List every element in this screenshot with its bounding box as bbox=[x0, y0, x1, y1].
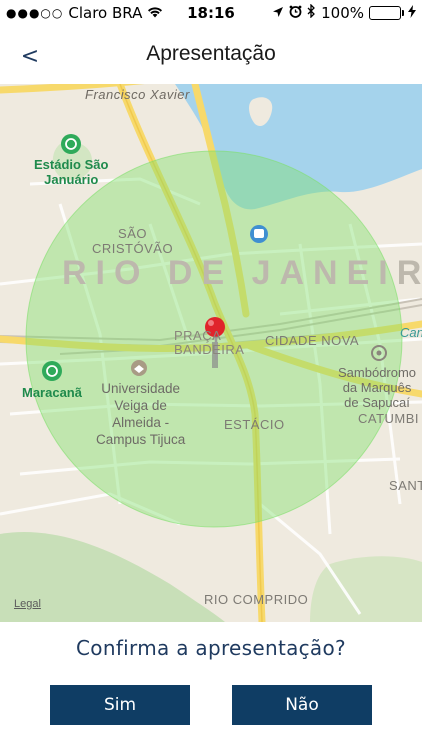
no-button[interactable]: Não bbox=[232, 685, 372, 725]
charging-bolt-icon bbox=[408, 4, 416, 22]
alarm-clock-icon bbox=[289, 4, 302, 22]
map-label-catumbi: CATUMBI bbox=[358, 411, 420, 426]
map-label-universidade: Universidade Veiga de Almeida - Campus T… bbox=[96, 380, 185, 448]
location-arrow-icon bbox=[272, 4, 284, 22]
map-label-maracana: Maracanã bbox=[22, 385, 82, 400]
map-label-santa: SANT bbox=[389, 478, 422, 493]
map-label-can: Can bbox=[400, 325, 422, 340]
map-view[interactable]: Francisco Xavier Estádio São Januário SÃ… bbox=[0, 84, 422, 622]
map-label-sao: SÃO bbox=[118, 226, 148, 241]
status-right: 100% bbox=[272, 3, 416, 22]
university-poi-icon bbox=[131, 360, 147, 376]
map-label-universidade-1: Universidade bbox=[101, 381, 181, 396]
map-label-estadio: Estádio São Januário bbox=[34, 157, 108, 187]
map-label-estacio: ESTÁCIO bbox=[224, 417, 285, 432]
map-label-cidade-nova: CIDADE NOVA bbox=[265, 333, 360, 348]
map-label-city: RIO DE JANEIRO bbox=[62, 254, 422, 292]
stadium-poi-icon bbox=[61, 134, 81, 154]
bus-station-icon bbox=[250, 225, 268, 243]
map-label-praca-bandeira: PRAÇA BANDEIRA bbox=[174, 329, 244, 357]
map-label-estadio-line1: Estádio São bbox=[34, 157, 109, 172]
navigation-bar: < Apresentação bbox=[0, 28, 422, 84]
map-label-sambodromo-2: da Marquês bbox=[342, 380, 412, 395]
status-bar: ●●●○○ Claro BRA 18:16 100% bbox=[0, 0, 422, 28]
map-label-francisco-xavier: Francisco Xavier bbox=[85, 87, 190, 102]
map-label-universidade-4: Campus Tijuca bbox=[96, 432, 186, 447]
bluetooth-icon bbox=[307, 3, 316, 22]
map-label-rio-comprido: RIO COMPRIDO bbox=[204, 592, 309, 607]
confirm-question: Confirma a apresentação? bbox=[76, 636, 346, 660]
page-title: Apresentação bbox=[146, 42, 276, 65]
map-label-sambodromo: Sambódromo da Marquês de Sapucaí bbox=[338, 365, 416, 410]
map-label-bandeira: BANDEIRA bbox=[174, 342, 245, 357]
map-label-sambodromo-3: de Sapucaí bbox=[344, 395, 410, 410]
map-label-praca: PRAÇA bbox=[174, 328, 222, 343]
map-label-sao-cristovao: SÃO CRISTÓVÃO bbox=[92, 226, 173, 256]
yes-button[interactable]: Sim bbox=[50, 685, 190, 725]
maracana-poi-icon bbox=[42, 361, 62, 381]
legal-link[interactable]: Legal bbox=[14, 598, 41, 610]
map-label-sambodromo-1: Sambódromo bbox=[338, 365, 417, 380]
map-label-estadio-line2: Januário bbox=[44, 172, 99, 187]
battery-percent: 100% bbox=[321, 4, 364, 22]
map-label-universidade-2: Veiga de bbox=[114, 398, 167, 413]
battery-icon bbox=[369, 6, 404, 20]
map-label-universidade-3: Almeida - bbox=[112, 415, 170, 430]
